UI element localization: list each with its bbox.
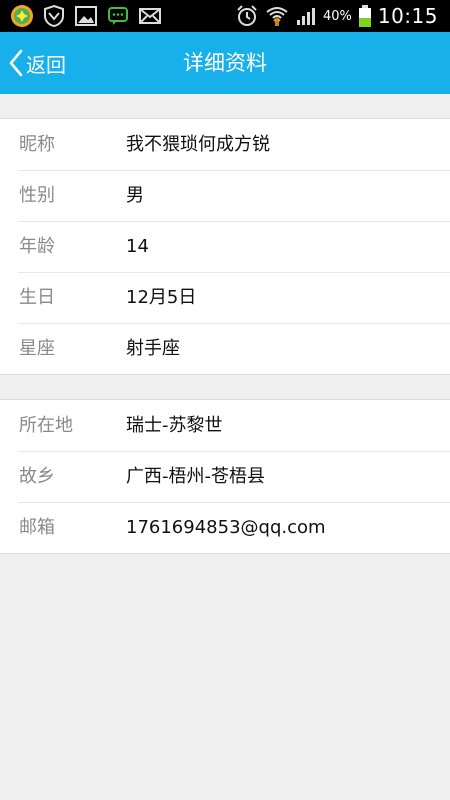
status-bar: 40% 10:15 bbox=[0, 0, 450, 32]
row-value: 14 bbox=[126, 236, 149, 257]
row-value: 瑞士-苏黎世 bbox=[126, 415, 223, 436]
app-notification-icon bbox=[10, 4, 34, 28]
row-label: 年龄 bbox=[19, 236, 55, 257]
row-label: 生日 bbox=[19, 287, 55, 308]
profile-row-location: 所在地 瑞士-苏黎世 bbox=[0, 400, 450, 451]
profile-row-hometown: 故乡 广西-梧州-苍梧县 bbox=[0, 451, 450, 502]
profile-row-age: 年龄 14 bbox=[0, 221, 450, 272]
profile-row-zodiac: 星座 射手座 bbox=[0, 323, 450, 374]
contact-info-section: 所在地 瑞士-苏黎世 故乡 广西-梧州-苍梧县 邮箱 1761694853@qq… bbox=[0, 399, 450, 554]
back-label: 返回 bbox=[26, 52, 66, 77]
profile-row-birthday: 生日 12月5日 bbox=[0, 272, 450, 323]
row-label: 性别 bbox=[19, 185, 55, 206]
row-label: 昵称 bbox=[19, 134, 55, 155]
row-value: 12月5日 bbox=[126, 287, 197, 308]
row-value: 我不猥琐何成方锐 bbox=[126, 134, 270, 155]
row-label: 所在地 bbox=[19, 415, 73, 436]
shield-icon bbox=[43, 4, 65, 28]
battery-percent: 40% bbox=[322, 8, 352, 24]
mail-icon bbox=[138, 6, 162, 26]
row-label: 故乡 bbox=[19, 466, 55, 487]
profile-row-email: 邮箱 1761694853@qq.com bbox=[0, 502, 450, 553]
row-label: 邮箱 bbox=[19, 517, 55, 538]
signal-icon bbox=[295, 5, 317, 27]
back-button[interactable]: 返回 bbox=[8, 32, 66, 94]
status-bar-system: 40% 10:15 bbox=[235, 0, 438, 32]
row-value: 男 bbox=[126, 185, 144, 206]
chat-icon bbox=[107, 5, 129, 27]
page-title: 详细资料 bbox=[183, 51, 267, 75]
row-value: 射手座 bbox=[126, 338, 180, 359]
title-bar: 返回 详细资料 bbox=[0, 32, 450, 94]
alarm-icon bbox=[235, 4, 259, 28]
basic-info-section: 昵称 我不猥琐何成方锐 性别 男 年龄 14 生日 12月5日 星座 射手座 bbox=[0, 118, 450, 375]
row-label: 星座 bbox=[19, 338, 55, 359]
clock: 10:15 bbox=[377, 4, 438, 28]
wifi-icon bbox=[265, 4, 289, 28]
status-bar-notifications bbox=[10, 4, 162, 28]
chevron-left-icon bbox=[8, 49, 24, 77]
profile-row-gender: 性别 男 bbox=[0, 170, 450, 221]
row-value: 1761694853@qq.com bbox=[126, 517, 326, 538]
profile-row-nickname: 昵称 我不猥琐何成方锐 bbox=[0, 119, 450, 170]
image-icon bbox=[74, 5, 98, 27]
battery-icon bbox=[358, 4, 372, 28]
row-value: 广西-梧州-苍梧县 bbox=[126, 466, 265, 487]
